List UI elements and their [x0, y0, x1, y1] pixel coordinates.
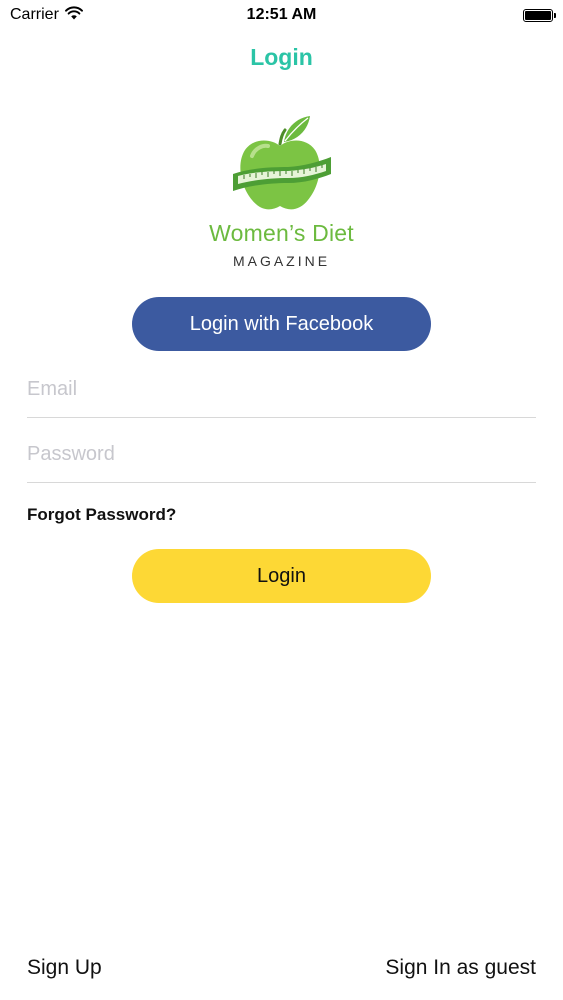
wifi-icon: [64, 6, 83, 25]
email-field[interactable]: [27, 362, 536, 417]
logo-subtitle: MAGAZINE: [232, 253, 331, 269]
login-with-facebook-button[interactable]: Login with Facebook: [132, 297, 431, 351]
email-field-container: [27, 362, 536, 418]
battery-icon: [523, 8, 556, 22]
apple-tape-logo-icon: [232, 116, 331, 210]
status-left: Carrier: [10, 6, 83, 25]
password-field[interactable]: [27, 427, 536, 482]
password-field-container: [27, 427, 536, 483]
status-bar: Carrier 12:51 AM: [0, 0, 563, 30]
status-time: 12:51 AM: [246, 6, 317, 23]
battery-fill: [525, 10, 551, 20]
logo-title: Women’s Diet: [209, 220, 354, 246]
forgot-password-link[interactable]: Forgot Password?: [27, 505, 176, 525]
carrier-label: Carrier: [10, 6, 59, 23]
brand-logo: Women’s Diet MAGAZINE: [0, 112, 563, 269]
page-title: Login: [250, 44, 313, 70]
login-button[interactable]: Login: [132, 549, 431, 603]
sign-in-as-guest-link[interactable]: Sign In as guest: [385, 956, 536, 980]
sign-up-link[interactable]: Sign Up: [27, 956, 102, 980]
